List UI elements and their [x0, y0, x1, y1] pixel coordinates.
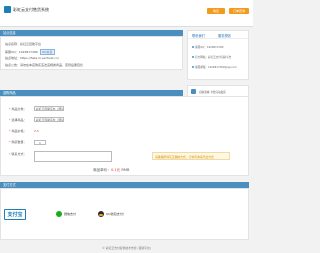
unit-price: 商品单价：0.1元 RMB: [93, 168, 130, 172]
product-select[interactable]: 彩虹云自助平台（测试）: [34, 117, 64, 122]
qq-pay-label: QQ钱包支付！: [106, 212, 126, 216]
contact-item: 官方网站：彩虹云支付自助平台: [192, 55, 231, 59]
order-query-button[interactable]: 订单查询: [229, 8, 249, 14]
product-label: *选择商品：: [9, 118, 27, 122]
quantity-input[interactable]: 1: [34, 140, 46, 145]
footer-text: © 彩虹云支付提供技术支持 (自助平台): [102, 246, 151, 250]
wechat-pay-label: 微信支付: [64, 212, 77, 216]
shop-link-text: 自助商城·卡密自动发货: [199, 91, 226, 94]
site-name-row: 站点名称：彩虹云自助平台: [5, 42, 42, 46]
qq-pay-option[interactable]: QQ钱包支付！: [98, 207, 126, 221]
quantity-label: *购买数量：: [9, 140, 27, 144]
shop-icon: [191, 89, 196, 94]
alipay-logo-icon: 支付宝: [4, 208, 26, 220]
site-url-link[interactable]: https://faka.m.aerhost.cn/: [20, 56, 59, 60]
contact-notice: 请确保所填写正确的方式，订单查询请凭此方式: [152, 152, 230, 160]
contact-box: 联系我们 服务规则 客服QQ：1926817289 官方网站：彩虹云支付自助平台…: [187, 30, 249, 80]
bullet-icon: [192, 46, 194, 48]
buy-button[interactable]: 购买: [207, 8, 225, 14]
tab-rules[interactable]: 服务规则: [218, 33, 231, 38]
logo-icon: [4, 6, 11, 13]
qq-icon: [98, 211, 104, 217]
contact-box-tabs: 联系我们 服务规则: [188, 31, 248, 39]
price-label: *商品价格：: [9, 129, 27, 133]
tab-contact[interactable]: 联系我们: [192, 33, 205, 38]
wechat-icon: [56, 211, 62, 217]
top-bar: 彩虹云支付售货系统 购买 订单查询: [0, 0, 253, 27]
site-url-row: 站点地址：https://faka.m.aerhost.cn/: [5, 56, 59, 60]
wechat-pay-option[interactable]: 微信支付: [56, 207, 76, 221]
bullet-icon: [192, 66, 194, 68]
contact-label: *联系方式：: [9, 152, 27, 156]
service-qq-row: 客服QQ：1926817289 QQ交谈: [5, 49, 55, 55]
alipay-option[interactable]: 支付宝: [4, 207, 26, 221]
price-value: 2.5: [34, 129, 39, 133]
site-notice-row: 站点公告：请勿在本店购买违法违规类商品，否则后果自负: [5, 63, 84, 67]
contact-input[interactable]: [34, 151, 112, 162]
category-select[interactable]: 彩虹云自助平台（测试）: [34, 106, 64, 111]
category-label: *商品分类：: [9, 107, 27, 111]
site-title: 彩虹云支付售货系统: [13, 7, 49, 12]
contact-item: 客服邮箱：1926817289@qq.com: [192, 65, 237, 69]
site-info-panel: 站点名称：彩虹云自助平台 客服QQ：1926817289 QQ交谈 站点地址：h…: [0, 36, 183, 70]
contact-item: 客服QQ：1926817289: [192, 45, 223, 49]
qq-chat-button[interactable]: QQ交谈: [39, 49, 55, 55]
bullet-icon: [192, 56, 194, 58]
